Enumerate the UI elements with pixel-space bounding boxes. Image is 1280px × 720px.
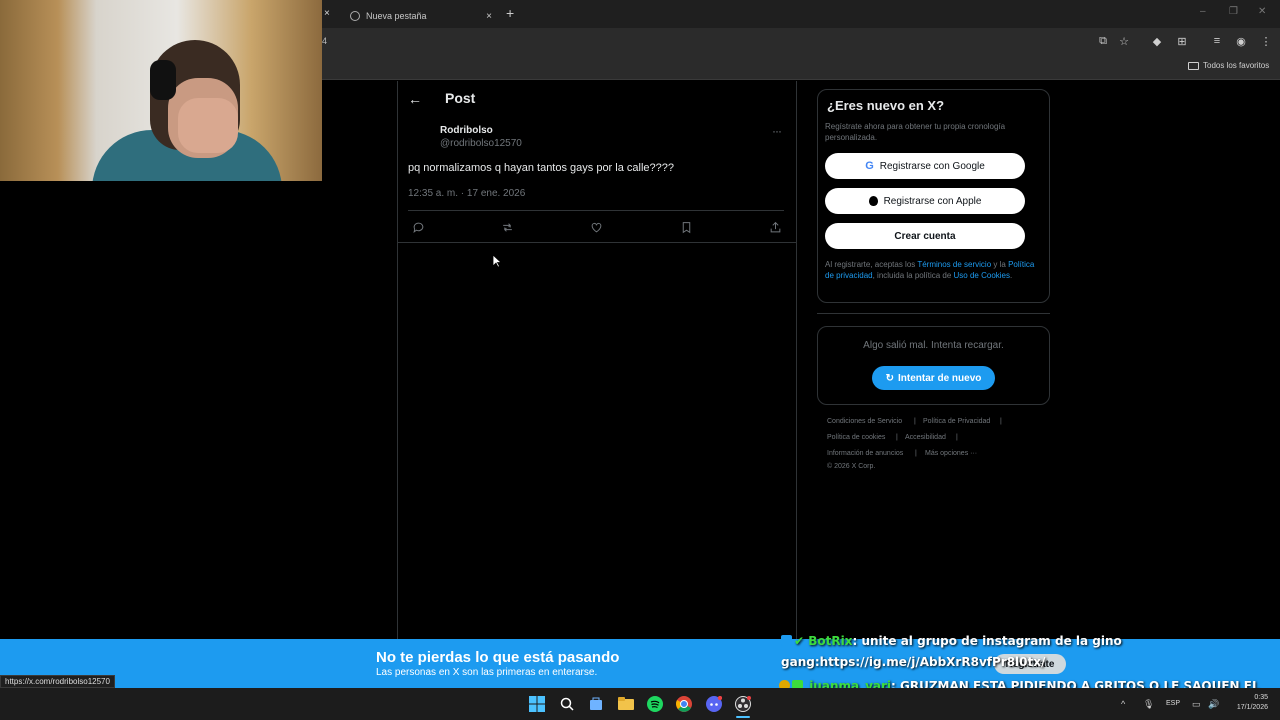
footer-separator: | (915, 450, 917, 457)
button-label: Intentar de nuevo (898, 372, 982, 384)
tab-close-icon[interactable]: × (324, 8, 330, 19)
back-arrow-icon[interactable]: ← (408, 91, 422, 107)
retry-button[interactable]: ↻ Intentar de nuevo (872, 366, 995, 390)
language-indicator[interactable]: ESP (1166, 700, 1180, 707)
webcam-overlay (0, 0, 322, 181)
footer-link-ads[interactable]: Información de anuncios (827, 450, 903, 457)
folder-icon (1188, 61, 1199, 70)
button-label: Crear cuenta (894, 230, 956, 242)
clock[interactable]: 0:35 17/1/2026 (1230, 693, 1268, 713)
repost-icon[interactable] (499, 219, 515, 235)
page-title: Post (445, 90, 476, 106)
google-icon: G (865, 160, 874, 172)
bookmarks-folder[interactable]: Todos los favoritos (1188, 61, 1269, 70)
terms-text-part: y la (991, 260, 1009, 269)
footer-link-terms[interactable]: Condiciones de Servicio (827, 418, 902, 425)
terms-text-part: Al registrarte, aceptas los (825, 260, 918, 269)
address-bar[interactable]: 4 (322, 36, 327, 46)
footer-separator: | (1000, 418, 1002, 425)
signup-subtitle: Regístrate ahora para obtener tu propia … (825, 122, 1006, 142)
chat-message: ✔ BotRix: unite al grupo de instagram de… (781, 634, 1122, 648)
bookmark-star-icon[interactable]: ☆ (1117, 34, 1131, 48)
share-icon[interactable] (767, 219, 783, 235)
footer-link-cookies[interactable]: Política de cookies (827, 434, 885, 441)
chrome-icon[interactable] (675, 695, 693, 713)
tray-chevron-icon[interactable]: ^ (1121, 699, 1125, 709)
install-app-icon[interactable]: ⧉ (1096, 34, 1110, 48)
chat-username: BotRix (808, 634, 853, 648)
search-icon[interactable] (558, 695, 576, 713)
divider (408, 210, 784, 211)
footer-separator: | (956, 434, 958, 441)
refresh-icon: ↻ (885, 372, 895, 384)
menu-icon[interactable]: ⋮ (1259, 34, 1273, 48)
media-control-icon[interactable]: ≡ (1210, 34, 1224, 48)
signup-title: ¿Eres nuevo en X? (827, 98, 945, 113)
more-options-icon[interactable]: ··· (772, 124, 782, 138)
chat-text: : unite al grupo de instagram de la gino (852, 634, 1122, 648)
volume-icon[interactable]: 🔊 (1208, 699, 1219, 710)
error-message: Algo salió mal. Intenta recargar. (863, 340, 1004, 351)
clock-time: 0:35 (1254, 694, 1268, 701)
post-timestamp[interactable]: 12:35 a. m. · 17 ene. 2026 (408, 188, 525, 199)
active-app-indicator (736, 716, 750, 718)
footer-copyright: © 2026 X Corp. (827, 463, 876, 470)
status-url: https://x.com/rodribolso12570 (0, 675, 115, 688)
bot-badge-icon (781, 635, 792, 646)
store-icon[interactable] (587, 695, 605, 713)
file-explorer-icon[interactable] (617, 695, 635, 713)
extension-icon[interactable]: ◆ (1150, 34, 1164, 48)
author-name[interactable]: Rodribolso (440, 125, 493, 136)
footer-separator: | (914, 418, 916, 425)
terms-text-part: . (1010, 271, 1013, 280)
like-icon[interactable] (588, 219, 604, 235)
divider (398, 242, 796, 243)
clock-date: 17/1/2026 (1236, 704, 1268, 711)
discord-icon[interactable] (705, 695, 723, 713)
tab-new-tab[interactable]: Nueva pestaña × (340, 4, 498, 28)
tab-title: Nueva pestaña (366, 11, 427, 21)
reply-icon[interactable] (410, 219, 426, 235)
register-google-button[interactable]: G Registrarse con Google (825, 153, 1025, 179)
mouse-cursor-icon (492, 254, 502, 268)
taskbar (0, 688, 1280, 720)
post-text: pq normalizamos q hayan tantos gays por … (408, 162, 674, 174)
puzzle-icon[interactable]: ⊞ (1175, 34, 1189, 48)
spotify-icon[interactable] (646, 695, 664, 713)
chat-message-cont: gang:https://ig.me/j/AbbXrR8vfPr8l0tx/ (781, 655, 1046, 669)
button-label: Registrarse con Google (879, 160, 985, 172)
tab-close-icon[interactable]: × (486, 11, 492, 22)
network-icon[interactable]: ▭ (1192, 699, 1201, 710)
bookmarks-folder-label: Todos los favoritos (1203, 61, 1270, 70)
obs-icon[interactable] (734, 695, 752, 713)
author-handle[interactable]: @rodribolso12570 (440, 138, 522, 149)
footer-link-privacy[interactable]: Política de Privacidad (923, 418, 990, 425)
verified-icon: ✔ (794, 634, 805, 648)
windows-start-icon[interactable] (528, 695, 546, 713)
maximize-icon[interactable]: ❐ (1229, 6, 1238, 17)
microphone-icon[interactable]: 🎙 (1143, 699, 1154, 710)
button-label: Registrarse con Apple (883, 195, 982, 207)
footer-link-more[interactable]: Más opciones ··· (925, 450, 977, 457)
banner-title: No te pierdas lo que está pasando (376, 649, 620, 666)
divider (817, 313, 1050, 314)
terms-text: Al registrarte, aceptas los Términos de … (825, 259, 1035, 281)
chrome-icon (350, 11, 360, 21)
cookies-link[interactable]: Uso de Cookies (954, 271, 1010, 280)
apple-icon (868, 196, 878, 206)
minimize-icon[interactable]: – (1200, 6, 1206, 17)
bookmark-icon[interactable] (678, 219, 694, 235)
banner-subtitle: Las personas en X son las primeras en en… (376, 667, 598, 678)
register-apple-button[interactable]: Registrarse con Apple (825, 188, 1025, 214)
create-account-button[interactable]: Crear cuenta (825, 223, 1025, 249)
footer-separator: | (896, 434, 898, 441)
profile-icon[interactable]: ◉ (1234, 34, 1248, 48)
footer-link-accessibility[interactable]: Accesibilidad (905, 434, 946, 441)
terms-link[interactable]: Términos de servicio (917, 260, 991, 269)
close-window-icon[interactable]: ✕ (1258, 6, 1266, 17)
new-tab-button[interactable]: + (506, 5, 514, 21)
terms-text-part: , incluida la política de (872, 271, 954, 280)
